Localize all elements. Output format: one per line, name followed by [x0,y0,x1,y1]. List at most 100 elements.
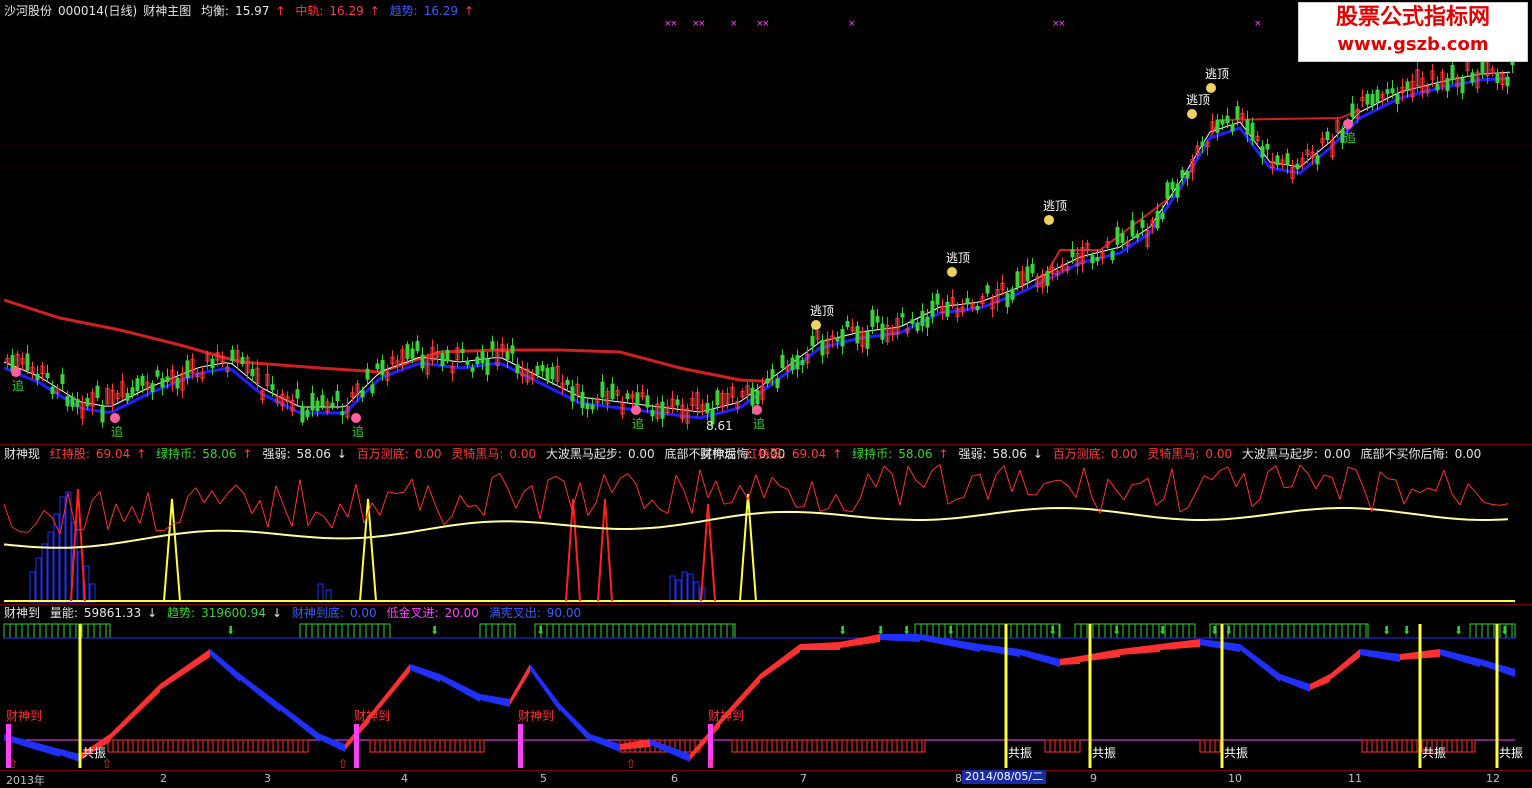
strength-line-segment [932,465,940,471]
strength-line-segment [820,509,828,512]
strength-line-segment [860,474,868,499]
red-signal-band [1200,740,1222,752]
candle-body [1166,183,1169,199]
chase-label: 追 [352,424,364,439]
strength-line-segment [44,510,52,517]
strength-line-segment [964,476,972,497]
trend-label: 趋势: [390,4,418,18]
indicator1-canvas[interactable] [0,444,1532,604]
candle-body [1186,171,1189,178]
strength-line-segment [188,488,196,497]
strength-line-segment [1388,479,1396,480]
strength-line-segment [12,527,20,532]
energy-ribbon-segment [980,644,1020,657]
candle-body [936,294,939,304]
strength-line-segment [1268,466,1276,472]
candle-body [1201,142,1204,145]
candle-body [1371,95,1374,105]
strength-line-segment [620,474,628,479]
candle-body [776,379,779,388]
axis-month-8: 8 [955,772,962,785]
strength-line-segment [572,483,580,511]
strength-line-segment [764,477,772,498]
strength-line-segment [1348,467,1356,470]
energy-ribbon-segment [480,694,510,707]
strength-line-segment [1460,484,1468,505]
price-chart-canvas[interactable]: 逃顶逃顶逃顶逃顶逃顶追追追追追追××××××××××× [0,0,1532,444]
candle-body [636,393,639,405]
candle-body [1111,251,1114,259]
indicator-panel-caishen-xian[interactable]: 财神现 红持股:69.04↑ 绿持币:58.06↑ 强弱:58.06↓ 百万测底… [0,444,1532,604]
chase-label: 追 [12,378,24,393]
strength-line-segment [228,485,236,493]
energy-ribbon-segment [1310,674,1330,690]
candle-body [986,286,989,293]
indicator2-canvas[interactable]: ⬇⬇⬇⬇⬇⬇⬇⬇⬇⬇⬇⬇⬇⬇⬇⬇共振共振共振共振共振共振财神到财神到财神到财神到… [0,604,1532,770]
strength-smooth-line [4,508,1508,548]
candle-body [36,374,39,379]
strength-line-segment [1124,485,1132,500]
stock-code: 000014(日线) [58,4,137,18]
axis-month-2: 2 [160,772,167,785]
strength-line-segment [1020,470,1028,494]
green-down-arrow-icon: ⬇ [1382,624,1391,637]
candle-body [1221,120,1224,124]
strength-line-segment [1172,469,1180,512]
candle-body [1406,82,1409,91]
strength-line-segment [684,491,692,514]
strength-line-segment [556,476,564,481]
strength-line-segment [660,510,668,514]
strength-line-segment [372,503,380,516]
horse-value: 0.00 [509,447,536,461]
strength-line-segment [124,507,132,522]
candle-body [926,317,929,327]
strength-value: 58.06 [296,447,330,461]
strength-line-segment [1316,475,1324,489]
chase-label: 追 [753,416,765,431]
histogram-bar [670,576,675,602]
candle-body [86,398,89,406]
strength-line-segment [1308,474,1316,489]
candle-body [796,356,799,369]
strength-line-segment [180,496,188,522]
top-signal-mark: × [670,19,678,29]
escape-top-label: 逃顶 [1186,93,1210,107]
strength-line-segment [996,466,1004,475]
top-signal-mark: × [698,19,706,29]
money-bag-icon [947,267,957,277]
energy-ribbon-segment [320,734,345,752]
candle-body [376,364,379,369]
strength-line-segment [20,532,28,533]
strength-line-segment [1140,478,1148,483]
top-signal-mark: × [1058,19,1066,29]
candle-body [1161,213,1164,218]
time-axis[interactable]: 2013年 2 3 4 5 6 7 8 9 10 11 12 [0,770,1532,786]
energy-ribbon-segment [410,664,440,682]
strength-line-segment [1332,477,1340,499]
strength-line-segment [540,480,548,519]
energy-ribbon-segment [590,734,620,752]
price-chart-panel[interactable]: 逃顶逃顶逃顶逃顶逃顶追追追追追追××××××××××× 沙河股份000014(日… [0,0,1532,444]
million-value: 0.00 [415,447,442,461]
candle-body [791,358,794,370]
candle-body [466,361,469,364]
strength-line-segment [588,503,596,516]
strength-line-segment [852,499,860,512]
candle-body [856,326,859,343]
red-up-arrow-icon: ⇧ [102,757,112,770]
strength-line-segment [276,486,284,507]
axis-month-11: 11 [1348,772,1362,785]
strength-line-segment [740,485,748,500]
strength-line-segment [876,466,884,487]
green-down-arrow-icon: ⬇ [226,624,235,637]
green-hold-label-2: 绿持币: [852,447,892,461]
energy-ribbon-segment [510,664,530,705]
strength-line-segment [1060,480,1068,486]
strength-line-segment [844,510,852,512]
diamond-icon [11,367,21,377]
energy-ribbon-segment [1200,639,1240,652]
regret-label-2: 底部不买你后悔: [1361,447,1449,461]
green-down-arrow-icon: ⬇ [1224,624,1233,637]
strength-line-segment [772,477,780,486]
indicator-panel-caishen-dao[interactable]: ⬇⬇⬇⬇⬇⬇⬇⬇⬇⬇⬇⬇⬇⬇⬇⬇共振共振共振共振共振共振财神到财神到财神到财神到… [0,604,1532,770]
